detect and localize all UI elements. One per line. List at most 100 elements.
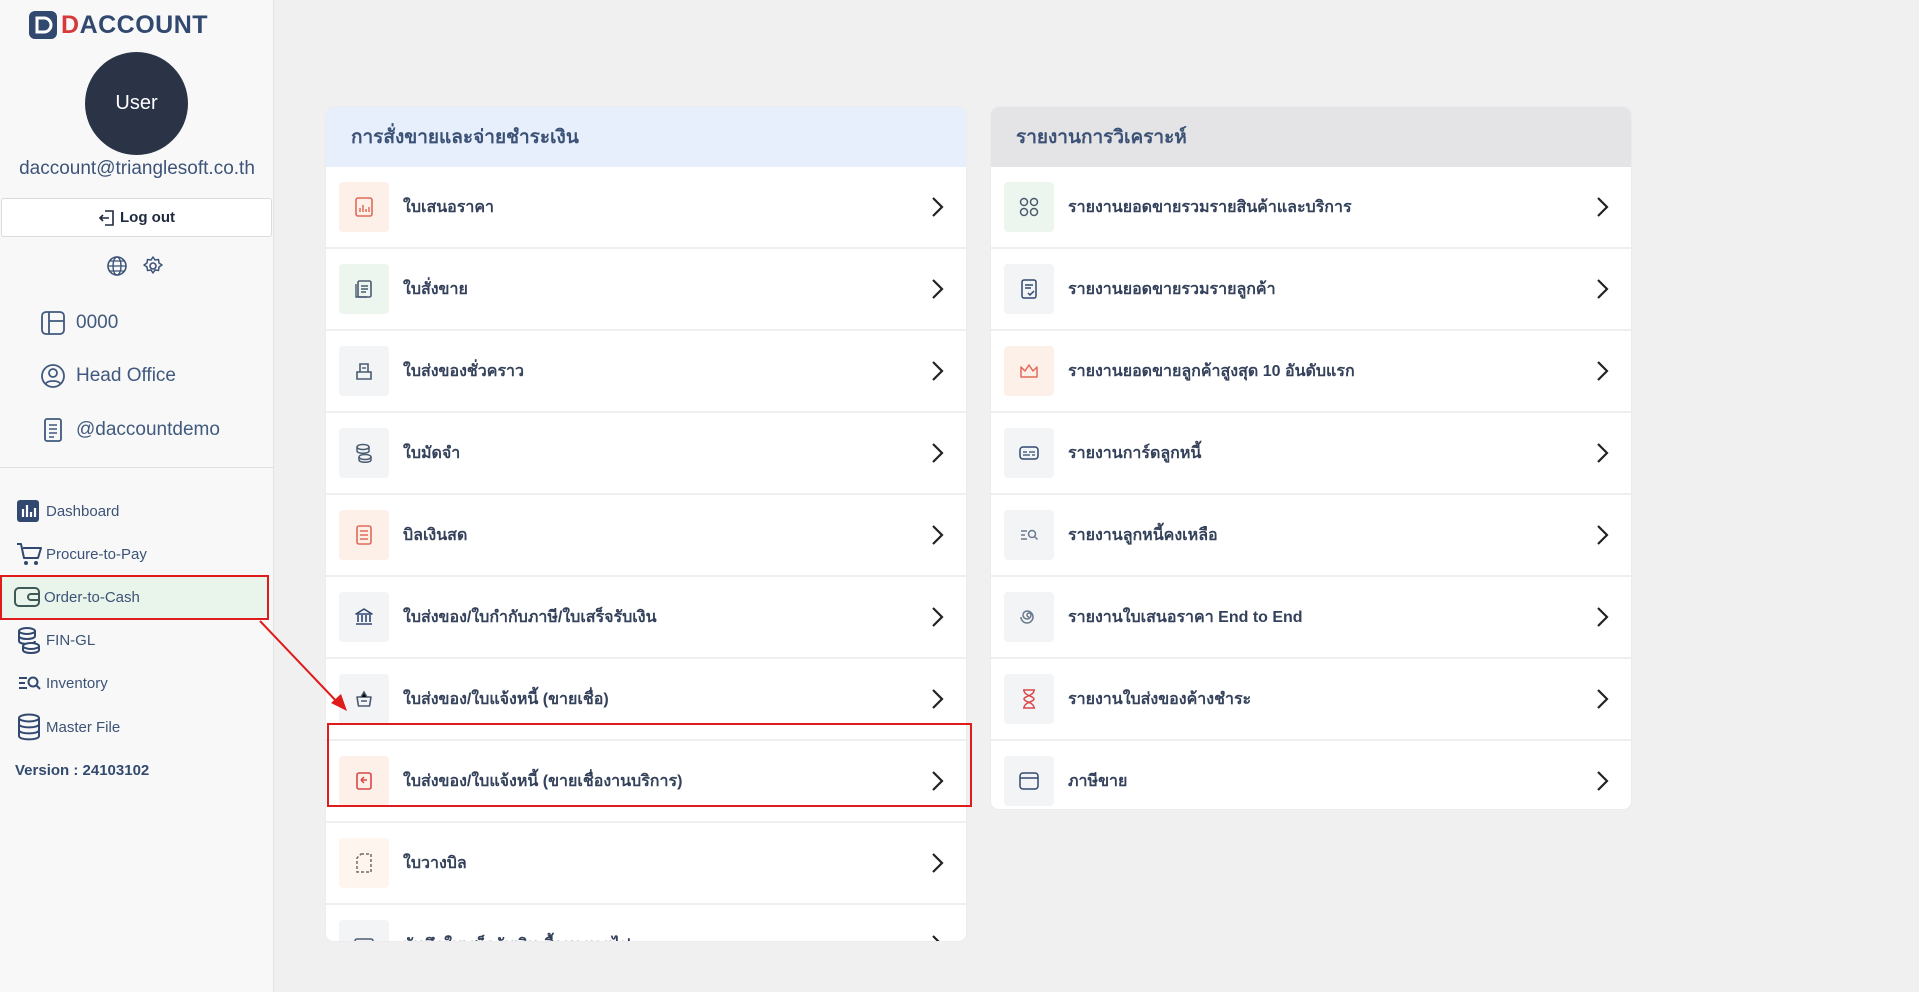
row-label: ใบมัดจำ xyxy=(403,444,461,462)
grid-circles-icon xyxy=(1004,182,1054,232)
row-report-sales-tax[interactable]: ภาษีขาย xyxy=(991,741,1631,809)
nav-label: Inventory xyxy=(46,674,108,692)
sidebar-divider xyxy=(0,467,274,468)
nav-label: Dashboard xyxy=(46,502,120,520)
deposit-icon xyxy=(339,428,389,478)
database-icon xyxy=(18,713,40,741)
cash-bill-icon xyxy=(339,510,389,560)
chevron-right-icon xyxy=(932,197,944,217)
bar-chart-icon xyxy=(17,500,39,522)
user-circle-icon xyxy=(41,364,65,388)
company-code: 0000 xyxy=(40,310,118,336)
row-report-quotation-end-to-end[interactable]: รายงานใบเสนอราคา End to End xyxy=(991,577,1631,659)
document-icon xyxy=(44,418,62,442)
chevron-right-icon xyxy=(932,689,944,709)
row-deposit[interactable]: ใบมัดจำ xyxy=(326,413,966,495)
globe-icon[interactable] xyxy=(106,255,128,277)
reports-panel: รายงานการวิเคราะห์ รายงานยอดขายรวมรายสิน… xyxy=(991,107,1631,809)
row-report-sales-by-product[interactable]: รายงานยอดขายรวมรายสินค้าและบริการ xyxy=(991,167,1631,249)
row-label: ใบเสนอราคา xyxy=(403,198,495,216)
chevron-right-icon xyxy=(932,853,944,873)
nav-label: Procure-to-Pay xyxy=(46,545,147,563)
nav-order-to-cash[interactable]: Order-to-Cash xyxy=(1,576,267,618)
row-report-sales-by-customer[interactable]: รายงานยอดขายรวมรายลูกค้า xyxy=(991,249,1631,331)
user-email: daccount@trianglesoft.co.th xyxy=(19,158,255,179)
wallet-icon xyxy=(14,587,40,607)
chevron-right-icon xyxy=(932,361,944,381)
avatar[interactable]: User xyxy=(85,52,188,155)
card-icon xyxy=(1004,428,1054,478)
chevron-right-icon xyxy=(1597,689,1609,709)
row-label: บันทึกใบเสร็จรับเงิน ซื้อมาขายไป xyxy=(403,933,630,942)
row-service-credit-invoice[interactable]: ใบส่งของ/ใบแจ้งหนี้ (ขายเชื่องานบริการ) xyxy=(326,741,966,823)
row-cash-bill[interactable]: บิลเงินสด xyxy=(326,495,966,577)
database-name: @daccountdemo xyxy=(40,417,220,443)
chevron-right-icon xyxy=(932,443,944,463)
chevron-right-icon xyxy=(1597,279,1609,299)
brand-logo[interactable]: DACCOUNT xyxy=(28,10,208,40)
bank-icon xyxy=(339,592,389,642)
nav-inventory[interactable]: Inventory xyxy=(15,669,108,697)
row-label: บิลเงินสด xyxy=(403,526,468,544)
basket-icon xyxy=(339,674,389,724)
billing-note-icon xyxy=(339,838,389,888)
row-label: ใบส่งของ/ใบแจ้งหนี้ (ขายเชื่อ) xyxy=(403,690,609,708)
chevron-right-icon xyxy=(1597,525,1609,545)
row-tax-invoice-receipt[interactable]: ใบส่งของ/ใบกำกับภาษี/ใบเสร็จรับเงิน xyxy=(326,577,966,659)
row-label: ใบส่งของชั่วคราว xyxy=(403,362,525,380)
service-invoice-icon xyxy=(339,756,389,806)
card-icon xyxy=(339,920,389,941)
nav-master-file[interactable]: Master File xyxy=(15,713,120,741)
logout-label: Log out xyxy=(120,209,175,226)
sales-panel: การสั่งขายและจ่ายชำระเงิน ใบเสนอราคา ใบส… xyxy=(326,107,966,941)
row-report-top-10-customers[interactable]: รายงานยอดขายลูกค้าสูงสุด 10 อันดับแรก xyxy=(991,331,1631,413)
reports-panel-title: รายงานการวิเคราะห์ xyxy=(991,107,1631,167)
nav-label: Order-to-Cash xyxy=(44,588,140,606)
chevron-right-icon xyxy=(932,279,944,299)
row-receipt-record[interactable]: บันทึกใบเสร็จรับเงิน ซื้อมาขายไป xyxy=(326,905,966,941)
chevron-right-icon xyxy=(1597,771,1609,791)
logout-icon xyxy=(98,209,114,226)
crown-icon xyxy=(1004,346,1054,396)
row-report-debtor-card[interactable]: รายงานการ์ดลูกหนี้ xyxy=(991,413,1631,495)
row-label: ใบส่งของ/ใบกำกับภาษี/ใบเสร็จรับเงิน xyxy=(403,608,657,626)
nav-label: Master File xyxy=(46,718,121,736)
chevron-right-icon xyxy=(932,525,944,545)
row-quotation[interactable]: ใบเสนอราคา xyxy=(326,167,966,249)
branch-name: Head Office xyxy=(40,363,176,389)
nav-procure-to-pay[interactable]: Procure-to-Pay xyxy=(15,540,147,568)
row-label: ใบวางบิล xyxy=(403,854,467,872)
chevron-right-icon xyxy=(1597,443,1609,463)
chevron-right-icon xyxy=(1597,607,1609,627)
row-temporary-delivery[interactable]: ใบส่งของชั่วคราว xyxy=(326,331,966,413)
hourglass-icon xyxy=(1004,674,1054,724)
nav-fin-gl[interactable]: FIN-GL xyxy=(15,626,95,654)
logout-button[interactable]: Log out xyxy=(1,198,272,237)
row-label: รายงานยอดขายรวมรายลูกค้า xyxy=(1068,280,1276,298)
row-label: ใบสั่งขาย xyxy=(403,280,468,298)
row-report-outstanding-debtors[interactable]: รายงานลูกหนี้คงเหลือ xyxy=(991,495,1631,577)
list-search-icon xyxy=(19,676,41,690)
row-label: รายงานลูกหนี้คงเหลือ xyxy=(1068,526,1218,544)
temporary-delivery-icon xyxy=(339,346,389,396)
chevron-right-icon xyxy=(932,771,944,791)
row-report-unpaid-deliveries[interactable]: รายงานใบส่งของค้างชำระ xyxy=(991,659,1631,741)
version-label: Version : 24103102 xyxy=(15,762,150,779)
chevron-right-icon xyxy=(1597,197,1609,217)
row-sales-order[interactable]: ใบสั่งขาย xyxy=(326,249,966,331)
list-search-icon xyxy=(1004,510,1054,560)
chevron-right-icon xyxy=(1597,361,1609,381)
row-label: รายงานการ์ดลูกหนี้ xyxy=(1068,444,1202,462)
row-label: รายงานใบส่งของค้างชำระ xyxy=(1068,690,1252,708)
cart-icon xyxy=(17,543,42,565)
logo-mark-icon xyxy=(29,11,57,39)
row-billing-note[interactable]: ใบวางบิล xyxy=(326,823,966,905)
row-label: ภาษีขาย xyxy=(1068,772,1128,790)
coins-icon xyxy=(18,627,40,654)
row-credit-invoice[interactable]: ใบส่งของ/ใบแจ้งหนี้ (ขายเชื่อ) xyxy=(326,659,966,741)
nav-dashboard[interactable]: Dashboard xyxy=(15,497,119,525)
row-label: รายงานยอดขายรวมรายสินค้าและบริการ xyxy=(1068,198,1352,216)
sales-panel-title: การสั่งขายและจ่ายชำระเงิน xyxy=(326,107,966,167)
gear-icon[interactable] xyxy=(142,255,164,277)
sales-order-icon xyxy=(339,264,389,314)
